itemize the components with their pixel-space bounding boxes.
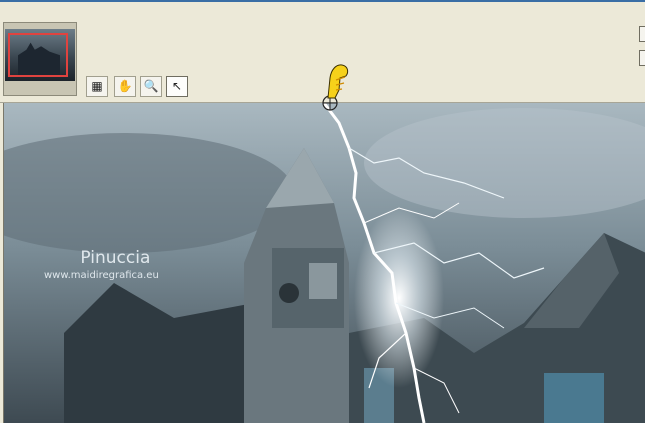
magnifier-icon: 🔍: [143, 79, 159, 93]
zoom-tool-button[interactable]: 🔍: [140, 76, 162, 97]
layers-tool-button[interactable]: ▦: [86, 76, 108, 97]
navigator-thumbnail[interactable]: [3, 22, 77, 96]
pan-tool-button[interactable]: ✋: [114, 76, 136, 97]
layers-icon: ▦: [91, 79, 103, 93]
watermark-name: Pinuccia: [80, 248, 151, 268]
thumbnail-viewport-frame[interactable]: [8, 33, 68, 77]
watermark: Pinuccia www.maidiregrafica.eu: [44, 248, 159, 281]
arrow-icon: ↖: [171, 79, 183, 93]
watermark-url: www.maidiregrafica.eu: [44, 270, 159, 281]
select-tool-button[interactable]: ↖: [166, 76, 188, 97]
hand-icon: ✋: [117, 79, 133, 93]
side-button-bottom[interactable]: [639, 50, 645, 66]
image-canvas[interactable]: Pinuccia www.maidiregrafica.eu: [3, 103, 645, 423]
pointing-hand-cursor-icon: [322, 64, 349, 111]
side-button-top[interactable]: [639, 26, 645, 42]
